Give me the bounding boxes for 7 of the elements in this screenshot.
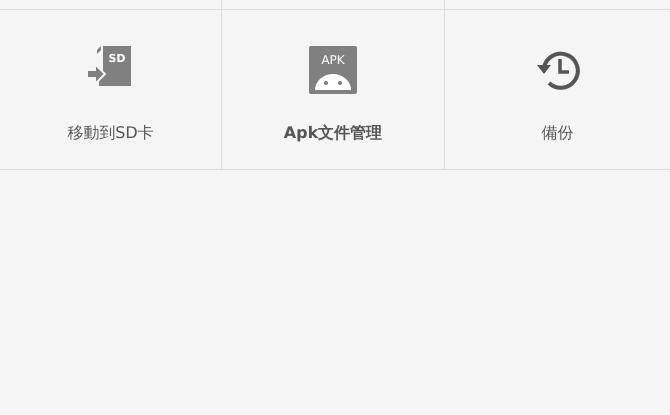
tile-label: 備份 — [542, 123, 574, 144]
android-apk-icon: APK — [309, 46, 357, 94]
tile-label: Apk文件管理 — [284, 123, 382, 144]
menu-tile[interactable]: 備份 — [445, 10, 670, 169]
menu-tile[interactable]: APK Apk文件管理 — [222, 10, 445, 169]
menu-tile[interactable]: SD 移動到SD卡 — [0, 10, 222, 169]
tile-label: 移動到SD卡 — [67, 123, 154, 144]
